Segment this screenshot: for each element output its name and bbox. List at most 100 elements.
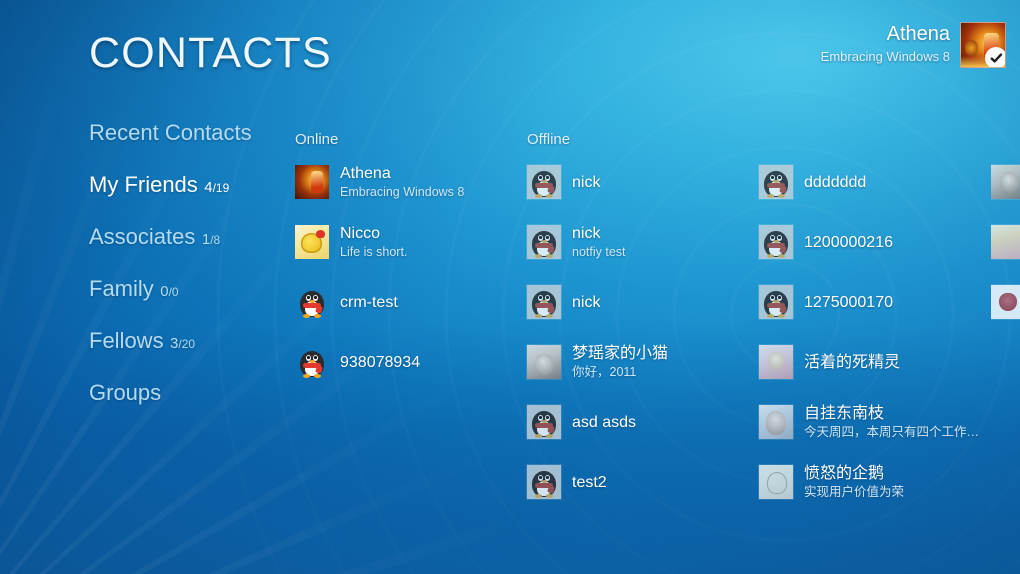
account-tile[interactable]: Athena Embracing Windows 8 xyxy=(821,22,1006,68)
contact-avatar[interactable] xyxy=(295,225,329,259)
contact-name: asd asds xyxy=(572,413,637,431)
contact-avatar[interactable] xyxy=(527,225,561,259)
contact-avatar[interactable] xyxy=(759,165,793,199)
contact-status: notfiy test xyxy=(572,245,626,259)
contact-list-item[interactable] xyxy=(991,279,1020,325)
contact-avatar[interactable] xyxy=(295,345,329,379)
sidebar-item-label: Family xyxy=(89,276,154,301)
contact-avatar[interactable] xyxy=(759,405,793,439)
photo-avatar-girl1 xyxy=(527,345,561,379)
contact-list-item[interactable]: nick notfiy test xyxy=(527,219,759,265)
contact-list-item[interactable]: crm-test xyxy=(295,279,527,325)
contact-avatar[interactable] xyxy=(759,285,793,319)
contact-column: Online Athena Embracing Windows 8 Nicco Life… xyxy=(295,131,527,519)
contact-name: test2 xyxy=(572,473,607,491)
contact-list-item[interactable]: nick xyxy=(527,279,759,325)
contact-avatar[interactable] xyxy=(527,345,561,379)
contact-name: nick xyxy=(572,225,601,242)
photo-avatar-bluegirl xyxy=(759,405,793,439)
page-title: CONTACTS xyxy=(89,29,332,77)
sidebar-item-count: 4/19 xyxy=(204,179,230,196)
contact-list-item[interactable]: Nicco Life is short. xyxy=(295,219,527,265)
contact-name: Athena xyxy=(340,165,391,182)
photo-avatar-pinkfairy xyxy=(759,345,793,379)
sidebar-item-label: Groups xyxy=(89,380,162,405)
contact-avatar[interactable] xyxy=(527,165,561,199)
contact-columns: Online Athena Embracing Windows 8 Nicco Life… xyxy=(295,131,1020,519)
qq-penguin-icon xyxy=(299,348,325,378)
contact-meta: 愤怒的企鹅实现用户价值为荣 xyxy=(804,464,904,500)
avatar-detail xyxy=(964,39,978,56)
contact-list-item[interactable] xyxy=(991,159,1020,205)
contact-name: crm-test xyxy=(340,293,398,311)
contact-list-item[interactable]: 1275000170 xyxy=(759,279,991,325)
qq-penguin-icon xyxy=(531,168,557,198)
contact-list-item[interactable]: 愤怒的企鹅实现用户价值为荣 xyxy=(759,459,991,505)
column-heading: Online xyxy=(295,131,339,148)
sidebar: Recent Contacts My Friends 4/19 Associat… xyxy=(89,120,279,432)
contact-list-item[interactable] xyxy=(991,219,1020,265)
contact-avatar[interactable] xyxy=(991,225,1020,259)
sidebar-item-family[interactable]: Family 0/0 xyxy=(89,276,279,302)
contact-list-item[interactable]: nick xyxy=(527,159,759,205)
contact-avatar[interactable] xyxy=(759,465,793,499)
contact-list-item[interactable]: 自挂东南枝今天周四，本周只有四个工作… xyxy=(759,399,991,445)
contact-meta: nick notfiy test xyxy=(572,224,626,260)
contact-avatar[interactable] xyxy=(759,345,793,379)
contact-name: 1200000216 xyxy=(804,233,893,251)
contact-avatar[interactable] xyxy=(759,225,793,259)
contact-avatar[interactable] xyxy=(991,285,1020,319)
account-name: Athena xyxy=(886,23,950,45)
contact-avatar[interactable] xyxy=(295,165,329,199)
contact-name: 愤怒的企鹅 xyxy=(804,465,885,482)
photo-avatar-pinkyellow xyxy=(991,225,1020,259)
photo-avatar-portrait xyxy=(991,165,1020,199)
avatar[interactable] xyxy=(960,22,1006,68)
contact-avatar[interactable] xyxy=(295,285,329,319)
contact-meta: nick xyxy=(572,293,600,312)
contact-meta: test2 xyxy=(572,473,607,492)
sidebar-item-recent-contacts[interactable]: Recent Contacts xyxy=(89,120,279,146)
contact-meta: 活着的死精灵 xyxy=(804,353,900,372)
contact-avatar[interactable] xyxy=(527,285,561,319)
contact-list-item[interactable]: test2 xyxy=(527,459,759,505)
contact-meta: nick xyxy=(572,173,600,192)
contact-name: 1275000170 xyxy=(804,293,893,311)
contact-meta: ddddddd xyxy=(804,173,866,192)
contact-avatar[interactable] xyxy=(527,405,561,439)
qq-penguin-icon xyxy=(763,228,789,258)
contact-list-item[interactable]: 活着的死精灵 xyxy=(759,339,991,385)
contact-meta: 1275000170 xyxy=(804,293,893,312)
sidebar-item-label: My Friends xyxy=(89,172,198,197)
contact-name: Nicco xyxy=(340,225,381,242)
sidebar-item-associates[interactable]: Associates 1/8 xyxy=(89,224,279,250)
contact-status: 今天周四，本周只有四个工作… xyxy=(804,425,980,439)
sidebar-item-groups[interactable]: Groups xyxy=(89,380,279,406)
column-heading: Offline xyxy=(527,131,571,148)
qq-penguin-icon xyxy=(531,228,557,258)
contact-meta: 938078934 xyxy=(340,353,420,372)
sidebar-item-label: Recent Contacts xyxy=(89,120,252,145)
contact-list-item[interactable]: asd asds xyxy=(527,399,759,445)
contact-name: 自挂东南枝 xyxy=(804,405,885,422)
contact-meta: 自挂东南枝今天周四，本周只有四个工作… xyxy=(804,404,979,440)
contact-status: 实现用户价值为荣 xyxy=(804,485,905,499)
photo-avatar-sketch xyxy=(759,465,793,499)
sidebar-item-label: Associates xyxy=(89,224,196,249)
contact-status: Embracing Windows 8 xyxy=(340,185,465,199)
contact-avatar[interactable] xyxy=(991,165,1020,199)
contact-meta: 1200000216 xyxy=(804,233,893,252)
contact-avatar[interactable] xyxy=(527,465,561,499)
qq-penguin-icon xyxy=(763,288,789,318)
contact-meta: crm-test xyxy=(340,293,398,312)
contact-list-item[interactable]: Athena Embracing Windows 8 xyxy=(295,159,527,205)
contact-name: nick xyxy=(572,173,601,191)
contact-status: Life is short. xyxy=(340,245,408,259)
sidebar-item-fellows[interactable]: Fellows 3/20 xyxy=(89,328,279,354)
contact-list-item[interactable]: 梦瑶家的小猫 你好，2011 xyxy=(527,339,759,385)
qq-penguin-icon xyxy=(763,168,789,198)
sidebar-item-my-friends[interactable]: My Friends 4/19 xyxy=(89,172,279,198)
contact-list-item[interactable]: 938078934 xyxy=(295,339,527,385)
contact-list-item[interactable]: 1200000216 xyxy=(759,219,991,265)
contact-list-item[interactable]: ddddddd xyxy=(759,159,991,205)
